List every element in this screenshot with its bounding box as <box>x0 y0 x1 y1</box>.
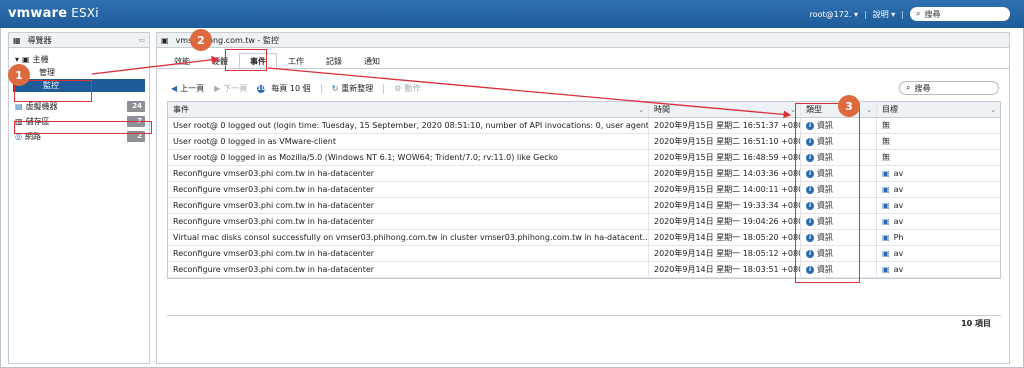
callout-2: 2 <box>190 29 212 51</box>
arrow-1 <box>91 55 220 75</box>
callout-1: 1 <box>8 64 30 86</box>
callout-3: 3 <box>838 95 860 117</box>
annotation-arrows <box>91 55 792 119</box>
arrow-2 <box>267 67 792 119</box>
